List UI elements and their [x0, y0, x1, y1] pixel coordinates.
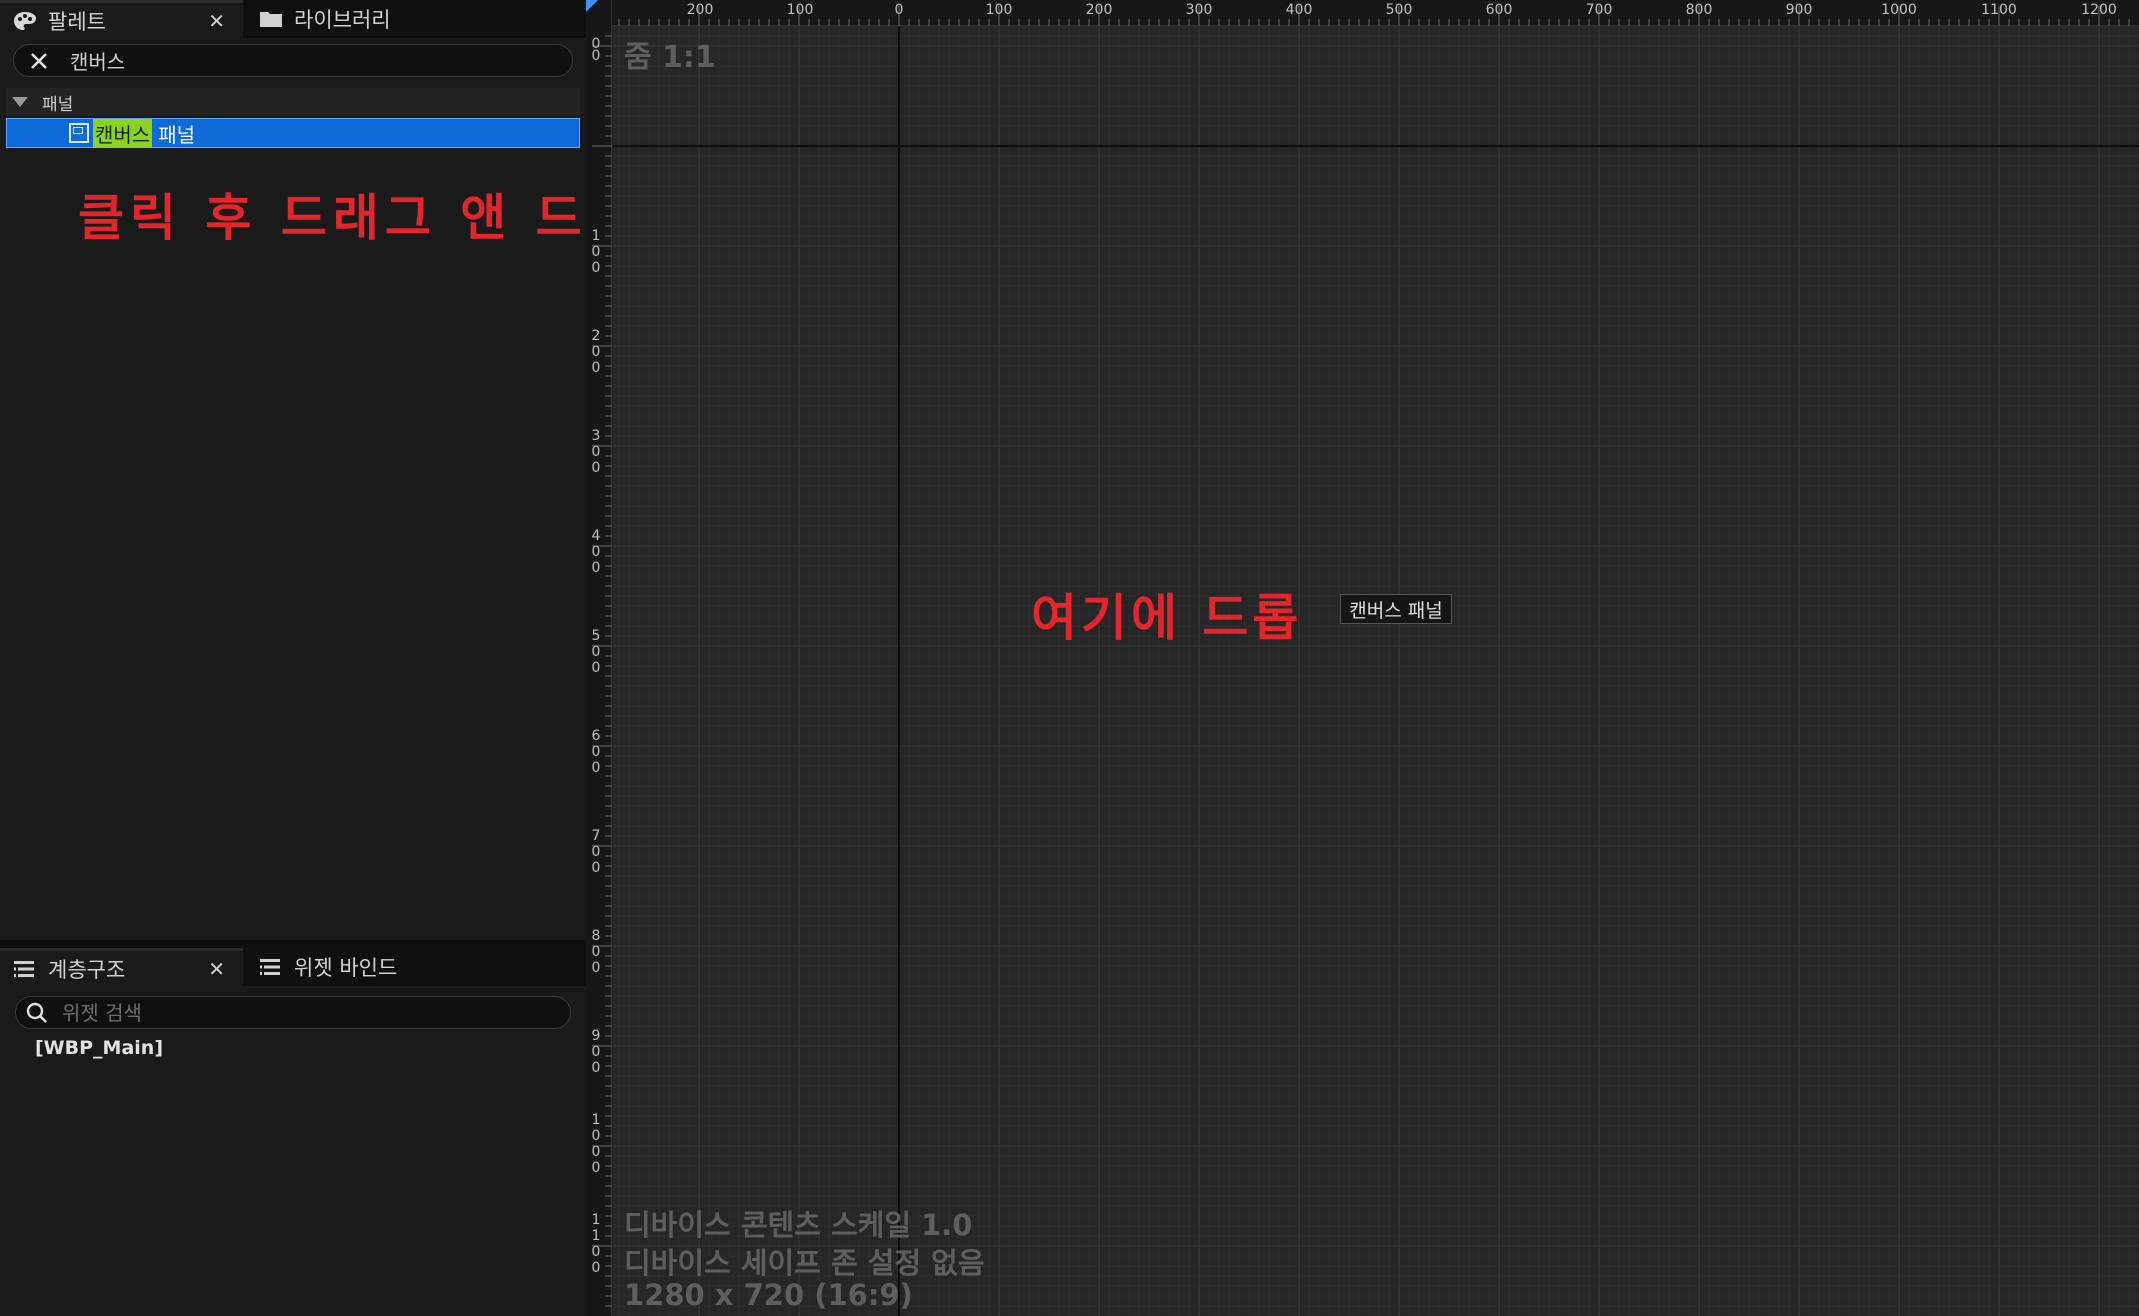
- ruler-label: 3 0 0: [591, 428, 601, 476]
- palette-icon: [12, 10, 38, 32]
- tab-palette[interactable]: 팔레트 ✕: [0, 0, 243, 38]
- close-icon[interactable]: ✕: [208, 9, 225, 33]
- clear-icon[interactable]: [22, 44, 56, 77]
- ruler-label: 1 1 0 0: [591, 1212, 601, 1276]
- canvas-grid: [613, 27, 2139, 1316]
- palette-tab-bar: 팔레트 ✕ 라이브러리: [0, 0, 586, 38]
- ruler-label: 500: [1385, 2, 1413, 18]
- ruler-label: 7 0 0: [591, 828, 601, 876]
- ruler-label: 1000: [1881, 2, 1917, 18]
- device-safe-zone: 디바이스 세이프 존 설정 없음: [624, 1246, 985, 1280]
- item-label-rest: 패널: [158, 122, 196, 147]
- ruler-label: 100: [985, 2, 1013, 18]
- search-icon: [20, 996, 54, 1029]
- ruler-label: 1 0 0 0: [591, 1112, 601, 1176]
- zoom-level: 줌 1:1: [624, 40, 716, 75]
- drag-drop-annotation: 클릭 후 드래그 앤 드롭: [78, 189, 640, 247]
- ruler-corner: [586, 0, 598, 12]
- search-match-highlight: 캔버스: [93, 118, 153, 148]
- palette-category-panel[interactable]: 패널: [6, 88, 580, 116]
- ruler-vertical: 001 0 02 0 03 0 04 0 05 0 06 0 07 0 08 0…: [586, 0, 612, 1316]
- tab-widget-bind-label: 위젯 바인드: [294, 956, 398, 980]
- category-label: 패널: [42, 94, 74, 115]
- ruler-label: 2 0 0: [591, 328, 601, 376]
- palette-item-canvas-panel[interactable]: 캔버스 패널: [6, 118, 580, 148]
- ruler-label: 1200: [2081, 2, 2117, 18]
- ruler-label: 8 0 0: [591, 928, 601, 976]
- palette-search-input[interactable]: [70, 48, 550, 73]
- ruler-label: 1 0 0: [591, 228, 601, 276]
- ruler-horizontal: 200 100 0 100 200 300 400 500 600 700 800 900 1000 11…: [586, 0, 2139, 26]
- list-icon: [258, 956, 284, 978]
- ruler-label: 6 0 0: [591, 728, 601, 776]
- canvas-panel-drag-preview[interactable]: 캔버스 패널: [1340, 594, 1452, 624]
- ruler-label: 200: [1085, 2, 1113, 18]
- resolution-label: 1280 x 720 (16:9): [624, 1278, 913, 1312]
- drop-annotation: 여기에 드롭: [1031, 589, 1303, 647]
- ruler-label: 100: [786, 2, 814, 18]
- ruler-label: 300: [1185, 2, 1213, 18]
- tab-palette-label: 팔레트: [48, 9, 106, 34]
- ruler-label: 4 0 0: [591, 528, 601, 576]
- hierarchy-search-box: [15, 996, 571, 1029]
- ruler-label: 9 0 0: [591, 1028, 601, 1076]
- ruler-label: 0: [591, 48, 601, 64]
- hierarchy-tab-bar: 계층구조 ✕ 위젯 바인드: [0, 948, 586, 986]
- tab-hierarchy[interactable]: 계층구조 ✕: [0, 948, 243, 986]
- left-panel: 팔레트 ✕ 라이브러리 패널 캔버스 패널 클릭 후 드래그 앤 드롭: [0, 0, 634, 1316]
- ruler-label: 800: [1685, 2, 1713, 18]
- close-icon[interactable]: ✕: [208, 957, 225, 981]
- ruler-label: 400: [1285, 2, 1313, 18]
- ruler-label: 700: [1585, 2, 1613, 18]
- hierarchy-root-item[interactable]: [WBP_Main]: [35, 1037, 163, 1059]
- tab-library[interactable]: 라이브러리: [246, 0, 486, 38]
- ruler-label: 600: [1485, 2, 1513, 18]
- ruler-label: 5 0 0: [591, 628, 601, 676]
- ruler-label: 0: [894, 2, 904, 18]
- ruler-label: 1100: [1981, 2, 2017, 18]
- tab-hierarchy-label: 계층구조: [48, 957, 126, 982]
- palette-search-box: [13, 44, 573, 77]
- device-content-scale: 디바이스 콘텐츠 스케일 1.0: [624, 1208, 973, 1242]
- ruler-label: 900: [1785, 2, 1813, 18]
- widget-search-input[interactable]: [62, 1000, 542, 1025]
- designer-viewport[interactable]: 200 100 0 100 200 300 400 500 600 700 800 900 1000 11…: [586, 0, 2139, 1316]
- chevron-down-icon: [12, 97, 28, 107]
- tab-library-label: 라이브러리: [294, 8, 391, 32]
- tab-widget-bind[interactable]: 위젯 바인드: [246, 948, 486, 986]
- widget-icon: [69, 123, 89, 143]
- list-icon: [12, 958, 38, 980]
- ruler-label: 200: [686, 2, 714, 18]
- folder-icon: [258, 8, 284, 30]
